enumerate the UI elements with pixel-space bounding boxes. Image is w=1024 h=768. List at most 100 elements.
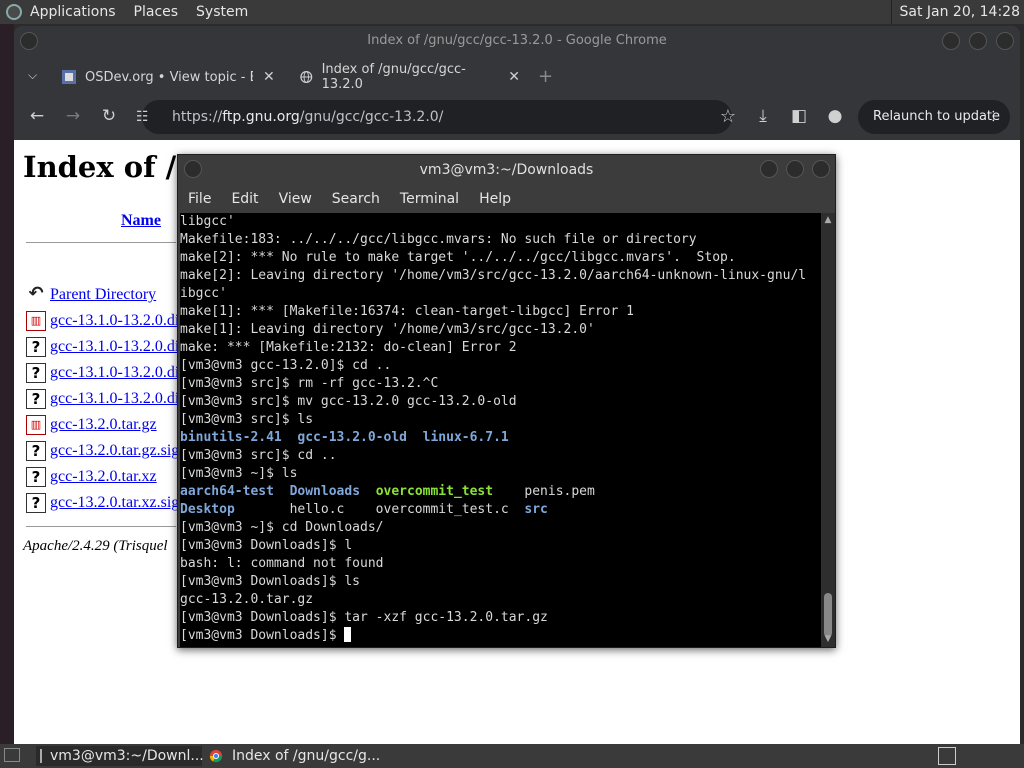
unknown-file-icon: ?	[26, 467, 46, 487]
back-arrow-icon[interactable]: ←	[26, 106, 48, 126]
distro-logo-icon[interactable]	[6, 4, 22, 20]
terminal-text: ibgcc'	[180, 286, 227, 301]
column-header-name[interactable]: Name	[121, 212, 161, 230]
terminal-text: make[1]: *** [Makefile:16374: clean-targ…	[180, 304, 634, 319]
relaunch-to-update-button[interactable]: Relaunch to update ⋮	[858, 100, 1010, 134]
side-panel-icon[interactable]: ◧	[788, 106, 810, 126]
tab-osdev[interactable]: OSDev.org • View topic - Erro ✕	[62, 60, 284, 94]
terminal-line: [vm3@vm3 src]$ rm -rf gcc-13.2.^C	[180, 375, 806, 393]
maximize-button[interactable]	[786, 160, 804, 178]
menu-view[interactable]: View	[279, 191, 312, 207]
terminal-text: libgcc'	[180, 214, 235, 229]
file-link[interactable]: gcc-13.2.0.tar.gz	[50, 416, 157, 434]
terminal-colored-text: Downloads	[289, 484, 361, 499]
list-item[interactable]: ▥ gcc-13.2.0.tar.gz	[26, 414, 157, 436]
tab-label: OSDev.org • View topic - Erro	[85, 69, 253, 85]
menu-system[interactable]: System	[196, 4, 248, 20]
menu-terminal[interactable]: Terminal	[400, 191, 459, 207]
close-window-button[interactable]	[812, 160, 830, 178]
menu-help[interactable]: Help	[479, 191, 511, 207]
terminal-output[interactable]: libgcc' Makefile:183: ../../../gcc/libgcc…	[180, 213, 821, 647]
reload-icon[interactable]: ↻	[98, 106, 120, 126]
terminal-text: [vm3@vm3 Downloads]$	[180, 628, 345, 643]
terminal-line: [vm3@vm3 Downloads]$	[180, 627, 806, 645]
profile-icon[interactable]: ●	[824, 106, 846, 126]
scroll-down-icon[interactable]: ▼	[822, 633, 834, 645]
unknown-file-icon: ?	[26, 363, 46, 383]
list-item[interactable]: ? gcc-13.2.0.tar.xz.sig	[26, 492, 179, 514]
globe-icon	[300, 71, 313, 83]
maximize-button[interactable]	[969, 32, 987, 50]
list-item[interactable]: ↶ Parent Directory	[26, 284, 156, 306]
terminal-text: [vm3@vm3 Downloads]$ ls	[180, 574, 361, 589]
terminal-line: [vm3@vm3 src]$ mv gcc-13.2.0 gcc-13.2.0-…	[180, 393, 806, 411]
terminal-text: [vm3@vm3 ~]$ ls	[180, 466, 298, 481]
terminal-line: aarch64-test Downloads overcommit_test p…	[180, 483, 806, 501]
tab-gcc-index[interactable]: Index of /gnu/gcc/gcc-13.2.0 ✕	[300, 60, 520, 94]
unknown-file-icon: ?	[26, 493, 46, 513]
forward-arrow-icon[interactable]: →	[62, 106, 84, 126]
terminal-titlebar[interactable]: vm3@vm3:~/Downloads	[178, 155, 835, 185]
file-link[interactable]: gcc-13.2.0.tar.xz.sig	[50, 494, 179, 512]
terminal-line: gcc-13.2.0.tar.gz	[180, 591, 806, 609]
taskbar-item-terminal[interactable]: vm3@vm3:~/Downl...	[36, 746, 204, 766]
scroll-up-icon[interactable]: ▲	[822, 214, 834, 226]
terminal-line: binutils-2.41 gcc-13.2.0-old linux-6.7.1	[180, 429, 806, 447]
unknown-file-icon: ?	[26, 441, 46, 461]
terminal-scrollbar[interactable]: ▲ ▼	[821, 213, 835, 647]
terminal-colored-text: overcommit_test	[375, 484, 494, 499]
terminal-line: libgcc'	[180, 213, 806, 231]
window-menu-button[interactable]	[20, 32, 38, 50]
terminal-colored-text: gcc-13.2.0-old	[297, 430, 407, 445]
address-bar[interactable]: ☷ https://ftp.gnu.org/gnu/gcc/gcc-13.2.0…	[136, 100, 736, 134]
terminal-text: make[2]: *** No rule to make target '../…	[180, 250, 736, 265]
minimize-button[interactable]	[760, 160, 778, 178]
tab-search-chevron-icon[interactable]: ⌵	[28, 68, 37, 83]
file-link[interactable]: gcc-13.2.0.tar.gz.sig	[50, 442, 179, 460]
terminal-text: [vm3@vm3 Downloads]$ tar -xzf gcc-13.2.0…	[180, 610, 548, 625]
compressed-file-icon: ▥	[26, 415, 46, 435]
terminal-icon	[40, 749, 42, 763]
terminal-text: gcc-13.2.0.tar.gz	[180, 592, 314, 607]
divider	[26, 526, 176, 527]
minimize-button[interactable]	[942, 32, 960, 50]
unknown-file-icon: ?	[26, 337, 46, 357]
menu-applications[interactable]: Applications	[30, 4, 116, 20]
menu-places[interactable]: Places	[134, 4, 179, 20]
terminal-text: Makefile:183: ../../../gcc/libgcc.mvars:…	[180, 232, 697, 247]
close-window-button[interactable]	[996, 32, 1014, 50]
taskbar-item-label: Index of /gnu/gcc/g...	[232, 748, 381, 764]
kebab-menu-icon[interactable]: ⋮	[987, 100, 1000, 134]
clock[interactable]: Sat Jan 20, 14:28	[890, 0, 1020, 24]
menu-search[interactable]: Search	[332, 191, 380, 207]
terminal-line: [vm3@vm3 src]$ cd ..	[180, 447, 806, 465]
window-menu-button[interactable]	[184, 160, 202, 178]
download-icon[interactable]: ⤓	[752, 106, 774, 126]
new-tab-plus-icon[interactable]: +	[538, 66, 553, 87]
site-info-icon[interactable]: ☷	[136, 100, 149, 134]
close-tab-icon[interactable]: ✕	[263, 69, 275, 85]
parent-directory-link[interactable]: Parent Directory	[50, 286, 156, 304]
scroll-thumb[interactable]	[824, 593, 832, 637]
workspace-switcher-icon[interactable]	[938, 747, 956, 765]
terminal-line: make[1]: Leaving directory '/home/vm3/sr…	[180, 321, 806, 339]
chrome-titlebar[interactable]: Index of /gnu/gcc/gcc-13.2.0 - Google Ch…	[14, 26, 1020, 56]
list-item[interactable]: ? gcc-13.2.0.tar.gz.sig	[26, 440, 179, 462]
terminal-line: bash: l: command not found	[180, 555, 806, 573]
show-desktop-icon[interactable]	[4, 748, 20, 762]
taskbar-item-chrome[interactable]: Index of /gnu/gcc/g...	[206, 746, 386, 766]
compressed-file-icon: ▥	[26, 311, 46, 331]
menu-edit[interactable]: Edit	[231, 191, 258, 207]
menu-file[interactable]: File	[188, 191, 211, 207]
list-item[interactable]: ? gcc-13.2.0.tar.xz	[26, 466, 157, 488]
terminal-line: [vm3@vm3 gcc-13.2.0]$ cd ..	[180, 357, 806, 375]
unknown-file-icon: ?	[26, 389, 46, 409]
file-link[interactable]: gcc-13.2.0.tar.xz	[50, 468, 157, 486]
server-signature: Apache/2.4.29 (Trisquel	[23, 538, 168, 554]
text-cursor	[344, 627, 352, 642]
close-tab-icon[interactable]: ✕	[508, 69, 520, 85]
bookmark-star-icon[interactable]: ☆	[720, 100, 736, 134]
